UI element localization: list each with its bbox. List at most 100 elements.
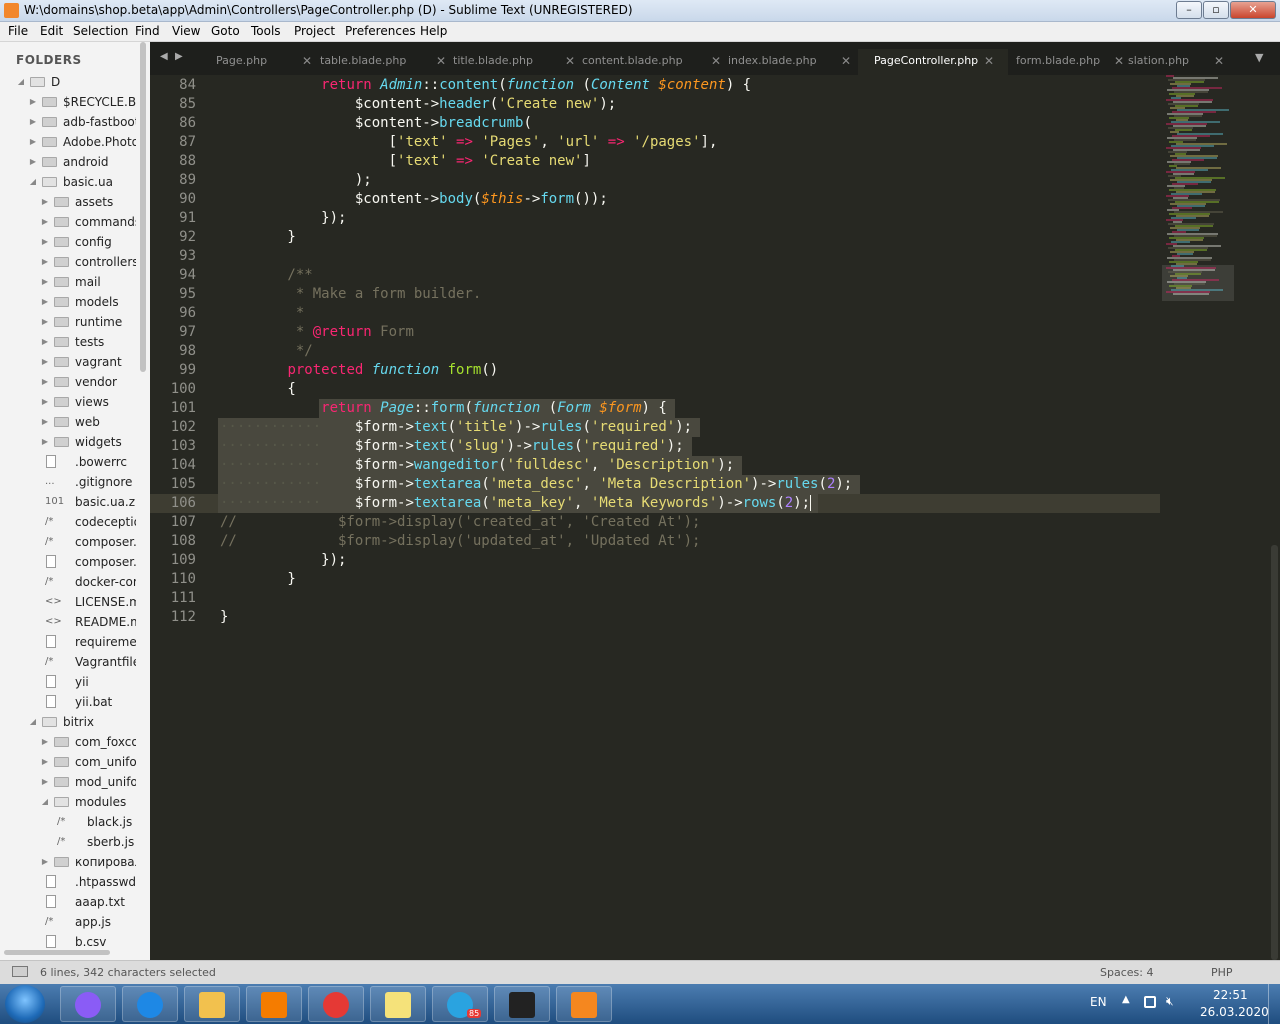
code-line[interactable]: return Page::form(function (Form $form) … xyxy=(220,399,667,418)
tab-close-icon[interactable]: ✕ xyxy=(984,49,994,73)
sidebar-item[interactable]: .bowerrc xyxy=(0,452,136,472)
tab-close-icon[interactable]: ✕ xyxy=(1214,49,1224,73)
sidebar-item[interactable]: yii.bat xyxy=(0,692,136,712)
sidebar-item[interactable]: ▶ controllers xyxy=(0,252,136,272)
chevron-right-icon[interactable]: ▶ xyxy=(40,352,50,372)
taskbar-alice-button[interactable] xyxy=(60,986,116,1022)
sidebar-item[interactable]: /* codeception xyxy=(0,512,136,532)
minimap[interactable] xyxy=(1162,75,1237,305)
sidebar-item[interactable]: <> README.md xyxy=(0,612,136,632)
code-line[interactable]: * Make a form builder. xyxy=(220,285,481,304)
sidebar-item[interactable]: ▶ Adobe.Photoshop xyxy=(0,132,136,152)
tray-expand-icon[interactable]: ▲ xyxy=(1122,994,1130,1005)
code-line[interactable]: /** xyxy=(220,266,312,285)
chevron-right-icon[interactable]: ▶ xyxy=(40,192,50,212)
menu-item-find[interactable]: Find xyxy=(135,24,160,38)
network-icon[interactable] xyxy=(1144,996,1156,1008)
show-desktop-button[interactable] xyxy=(1268,984,1280,1024)
chevron-right-icon[interactable]: ▶ xyxy=(40,432,50,452)
chevron-down-icon[interactable]: ◢ xyxy=(28,172,38,192)
code-line[interactable]: */ xyxy=(220,342,313,361)
chevron-right-icon[interactable]: ▶ xyxy=(40,752,50,772)
sidebar-item[interactable]: 101 basic.ua.zip xyxy=(0,492,136,512)
chevron-right-icon[interactable]: ▶ xyxy=(28,152,38,172)
sidebar-item[interactable]: /* black.js xyxy=(0,812,136,832)
sidebar-item[interactable]: ▶ config xyxy=(0,232,136,252)
menu-item-file[interactable]: File xyxy=(8,24,28,38)
taskbar-chrome-button[interactable] xyxy=(308,986,364,1022)
code-line[interactable]: ············ $form->wangeditor('fulldesc… xyxy=(220,456,734,475)
volume-muted-icon[interactable]: 🔇︎ xyxy=(1166,994,1174,1009)
code-line[interactable]: $content->header('Create new'); xyxy=(220,95,616,114)
code-line[interactable]: ············ $form->text('slug')->rules(… xyxy=(220,437,684,456)
sidebar-item[interactable]: b.csv xyxy=(0,932,136,952)
chevron-right-icon[interactable]: ▶ xyxy=(40,772,50,792)
code-line[interactable]: }); xyxy=(220,209,346,228)
menu-item-tools[interactable]: Tools xyxy=(251,24,281,38)
panel-toggle-icon[interactable] xyxy=(12,966,28,977)
code-line[interactable]: $content->breadcrumb( xyxy=(220,114,532,133)
sidebar-item[interactable]: composer.lock xyxy=(0,552,136,572)
clock-time[interactable]: 22:51 xyxy=(1213,988,1248,1002)
code-line[interactable]: * xyxy=(220,304,304,323)
sidebar-item[interactable]: .htpasswd xyxy=(0,872,136,892)
sidebar-item[interactable]: ... .gitignore xyxy=(0,472,136,492)
code-line[interactable]: ); xyxy=(220,171,372,190)
chevron-right-icon[interactable]: ▶ xyxy=(40,332,50,352)
clock-date[interactable]: 26.03.2020 xyxy=(1200,1005,1269,1019)
tab-next-button[interactable]: ▶ xyxy=(175,51,183,62)
tab-close-icon[interactable]: ✕ xyxy=(841,49,851,73)
tab-close-icon[interactable]: ✕ xyxy=(565,49,575,73)
sidebar-item[interactable]: ◢ modules xyxy=(0,792,136,812)
chevron-right-icon[interactable]: ▶ xyxy=(40,272,50,292)
sidebar-scrollbar[interactable] xyxy=(140,42,146,372)
tab-prev-button[interactable]: ◀ xyxy=(160,51,168,62)
taskbar-sublime-text-button[interactable] xyxy=(556,986,612,1022)
sidebar-item[interactable]: ▶ mail xyxy=(0,272,136,292)
sidebar-item[interactable]: aaap.txt xyxy=(0,892,136,912)
menu-item-selection[interactable]: Selection xyxy=(73,24,128,38)
sidebar-item[interactable]: ▶ com_foxcontact xyxy=(0,732,136,752)
tab-index-blade-php[interactable]: index.blade.php ✕ xyxy=(728,49,855,75)
sidebar-item[interactable]: ▶ android xyxy=(0,152,136,172)
code-line[interactable]: { xyxy=(220,380,295,399)
menu-item-project[interactable]: Project xyxy=(294,24,335,38)
code-line[interactable]: protected function form() xyxy=(220,361,498,380)
code-line[interactable]: return Admin::content(function (Content … xyxy=(220,76,751,95)
sidebar-item[interactable]: ▶ vagrant xyxy=(0,352,136,372)
close-button[interactable]: ✕ xyxy=(1230,1,1276,19)
chevron-right-icon[interactable]: ▶ xyxy=(40,232,50,252)
tab-slation-php[interactable]: slation.php ✕ xyxy=(1128,49,1228,75)
sidebar-item[interactable]: ▶ widgets xyxy=(0,432,136,452)
chevron-right-icon[interactable]: ▶ xyxy=(40,852,50,872)
sidebar-item[interactable]: /* composer.json xyxy=(0,532,136,552)
tab-content-blade-php[interactable]: content.blade.php ✕ xyxy=(582,49,725,75)
sidebar-item[interactable]: /* Vagrantfile xyxy=(0,652,136,672)
sidebar-item[interactable]: ▶ vendor xyxy=(0,372,136,392)
taskbar-terminal-button[interactable] xyxy=(494,986,550,1022)
tab-close-icon[interactable]: ✕ xyxy=(1114,49,1124,73)
code-line[interactable]: ['text' => 'Pages', 'url' => '/pages'], xyxy=(220,133,718,152)
sidebar-item[interactable]: ▶ web xyxy=(0,412,136,432)
sidebar-item[interactable]: ◢ D xyxy=(0,72,136,92)
tab-table-blade-php[interactable]: table.blade.php ✕ xyxy=(320,49,450,75)
chevron-right-icon[interactable]: ▶ xyxy=(40,312,50,332)
sidebar-item[interactable]: ▶ $RECYCLE.BIN xyxy=(0,92,136,112)
sidebar-item[interactable]: /* app.js xyxy=(0,912,136,932)
indentation-status[interactable]: Spaces: 4 xyxy=(1100,966,1153,979)
tab-pagecontroller-php[interactable]: PageController.php ✕ xyxy=(858,49,1008,75)
chevron-right-icon[interactable]: ▶ xyxy=(40,372,50,392)
sidebar-item[interactable]: /* docker-compose xyxy=(0,572,136,592)
code-line[interactable]: ['text' => 'Create new'] xyxy=(220,152,591,171)
sidebar-item[interactable]: yii xyxy=(0,672,136,692)
chevron-right-icon[interactable]: ▶ xyxy=(28,132,38,152)
menu-item-preferences[interactable]: Preferences xyxy=(345,24,416,38)
code-line[interactable]: ············ $form->textarea('meta_desc'… xyxy=(220,475,852,494)
sidebar-item[interactable]: <> LICENSE.md xyxy=(0,592,136,612)
tab-form-blade-php[interactable]: form.blade.php ✕ xyxy=(1016,49,1128,75)
chevron-down-icon[interactable]: ◢ xyxy=(40,792,50,812)
sidebar-item[interactable]: ▶ assets xyxy=(0,192,136,212)
chevron-down-icon[interactable]: ◢ xyxy=(16,72,26,92)
code-line[interactable]: // $form->display('created_at', 'Created… xyxy=(220,513,700,532)
code-line[interactable]: ············ $form->text('title')->rules… xyxy=(220,418,692,437)
